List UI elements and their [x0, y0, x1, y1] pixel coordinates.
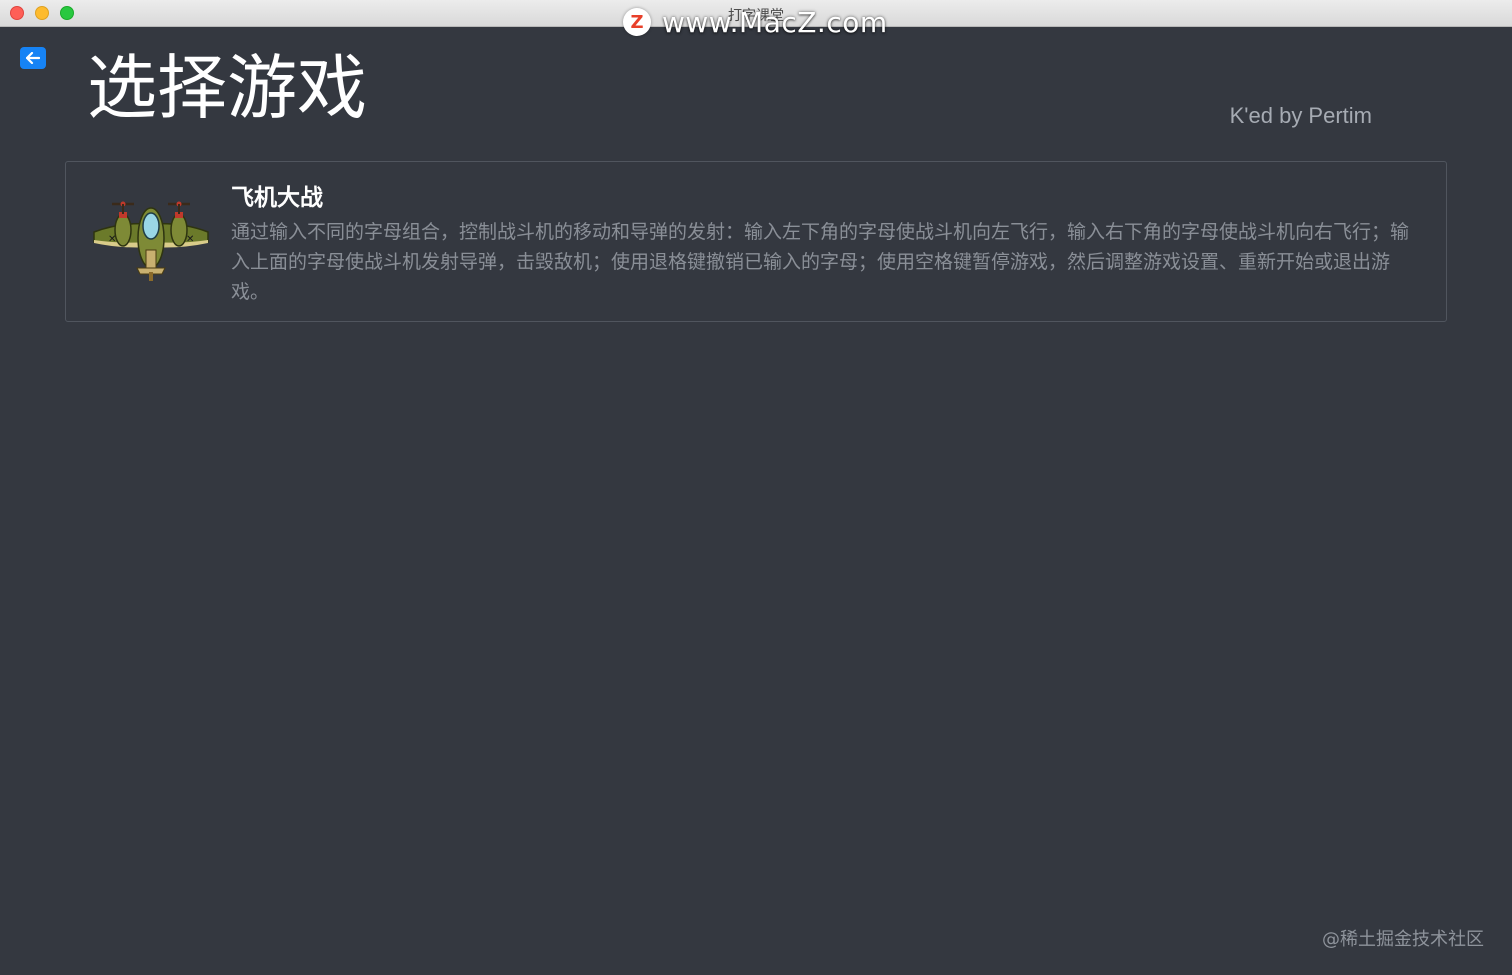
svg-text:✕: ✕: [108, 234, 116, 245]
back-button[interactable]: [20, 47, 46, 69]
page-title: 选择游戏: [87, 47, 367, 129]
airplane-icon: ✕ ✕: [93, 201, 209, 281]
watermark-text: www.MacZ.com: [662, 6, 888, 39]
credit-text: K'ed by Pertim: [1229, 103, 1372, 128]
arrow-left-icon: [26, 52, 40, 64]
watermark-logo-icon: Z: [623, 8, 651, 36]
game-title: 飞机大战: [231, 185, 323, 211]
app-window: 打字课堂 Z www.MacZ.com 选择游戏 K'ed by Pertim: [0, 0, 1512, 975]
game-description: 通过输入不同的字母组合，控制战斗机的移动和导弹的发射：输入左下角的字母使战斗机向…: [231, 221, 1410, 303]
game-card-plane-war[interactable]: ✕ ✕ 飞机大战 通过输入不同的字母组合，控制战斗机的移动和导弹的发射：输入左下…: [65, 161, 1447, 322]
svg-text:✕: ✕: [186, 234, 194, 245]
footer-watermark: @稀土掘金技术社区: [1322, 929, 1484, 950]
